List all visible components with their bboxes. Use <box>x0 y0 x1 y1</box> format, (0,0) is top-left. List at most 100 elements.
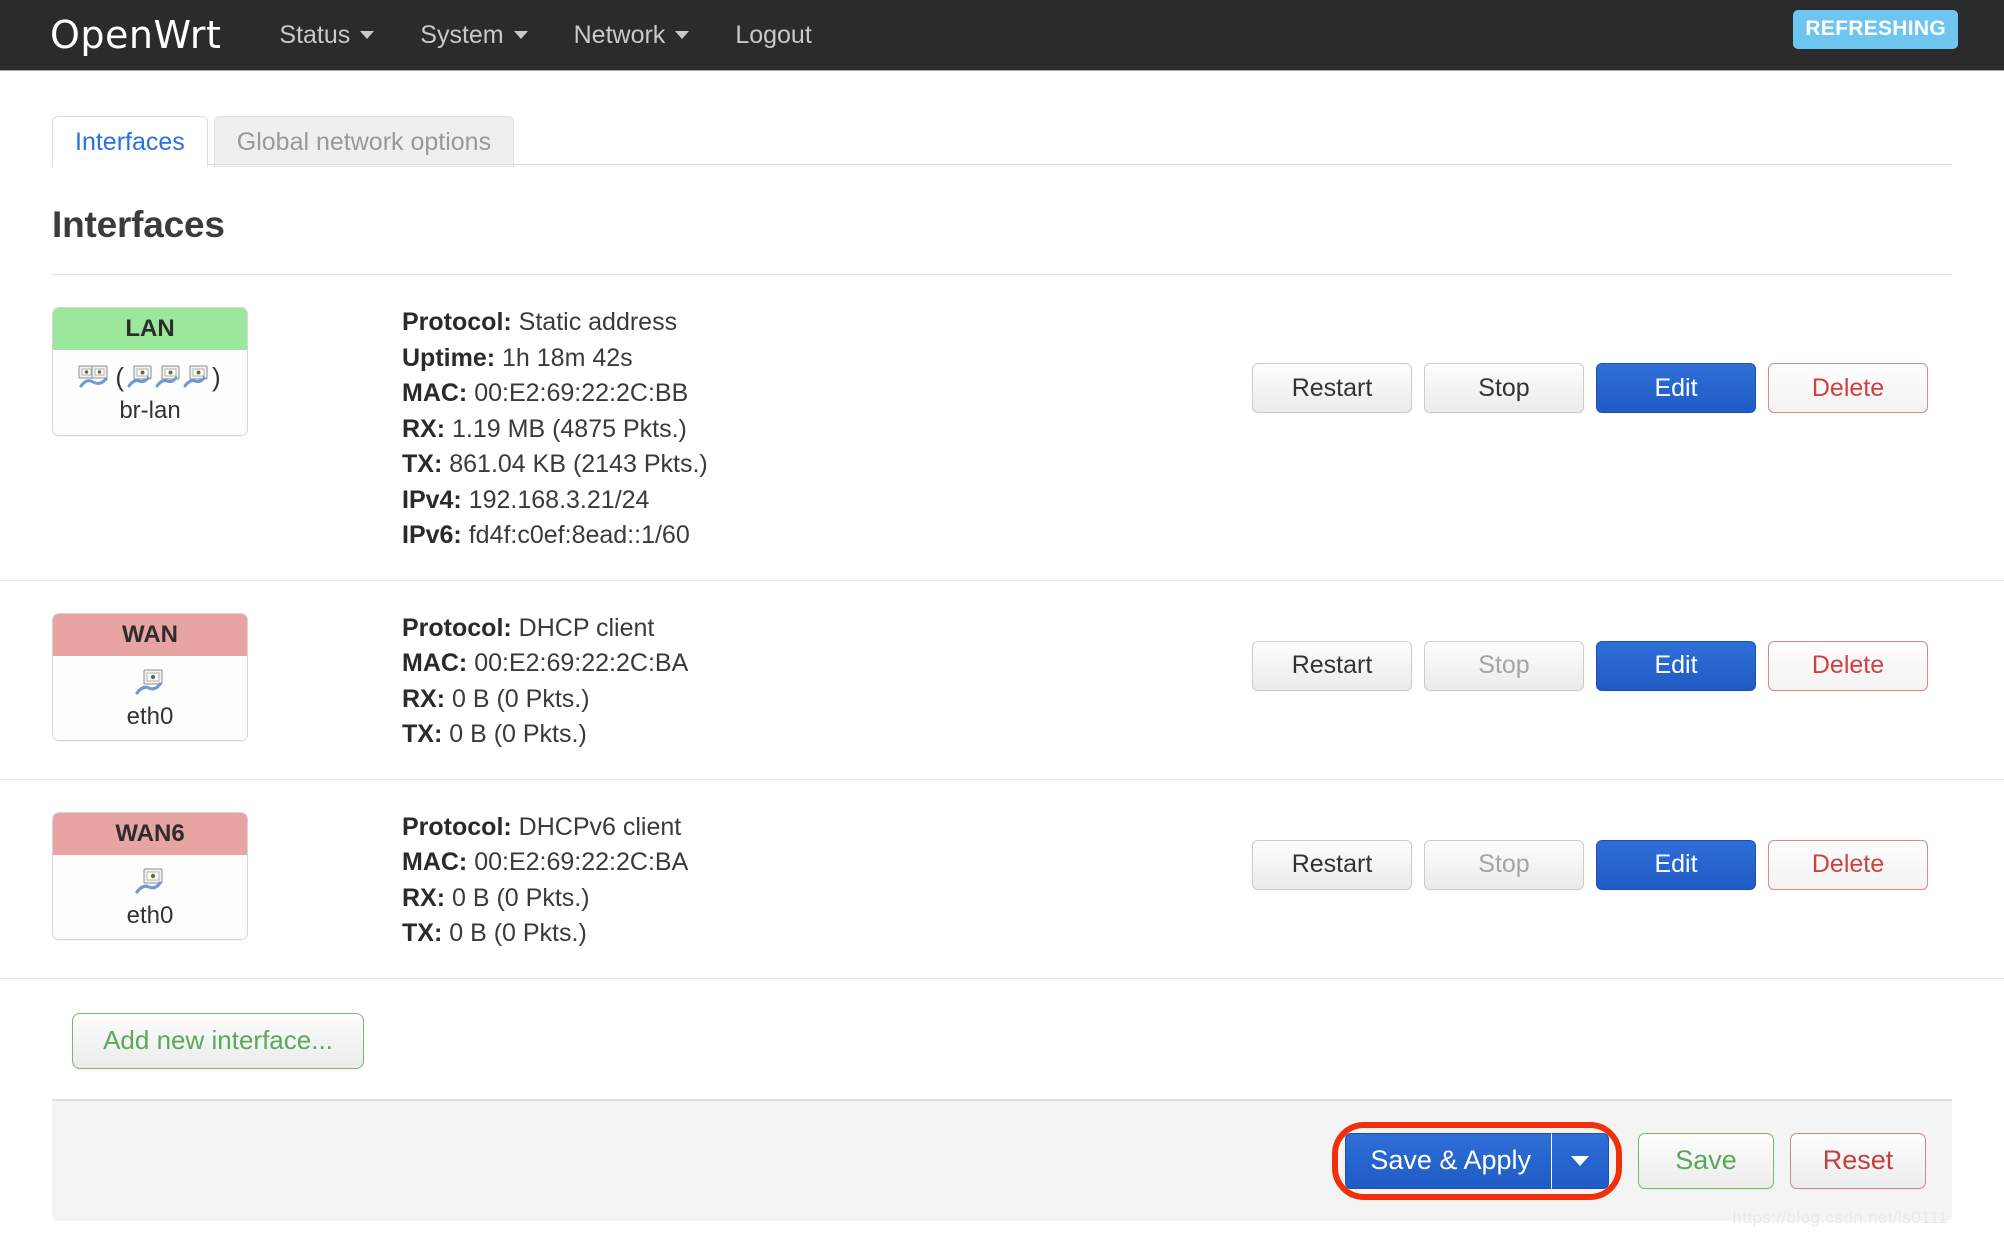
tab-interfaces[interactable]: Interfaces <box>52 116 208 168</box>
detail-value: 0 B (0 Pkts.) <box>449 919 587 947</box>
delete-button-wan[interactable]: Delete <box>1768 641 1928 691</box>
save-apply-dropdown-button[interactable] <box>1551 1133 1609 1189</box>
detail-label: MAC: <box>402 848 467 876</box>
nav-item-system[interactable]: System <box>420 21 527 50</box>
interface-badge-wan6: WAN6 eth0 <box>52 812 248 941</box>
detail-ipv4: IPv4: 192.168.3.21/24 <box>402 483 1252 519</box>
interface-row-lan: LAN <box>0 275 2004 581</box>
interface-device-lan: ( <box>53 350 247 434</box>
interface-actions-wan: Restart Stop Edit Delete <box>1252 607 1952 691</box>
device-icon-row-lan: ( <box>57 360 243 394</box>
page-title: Interfaces <box>52 204 2004 246</box>
nav-label-logout: Logout <box>735 21 811 50</box>
restart-button-wan[interactable]: Restart <box>1252 641 1412 691</box>
detail-tx: TX: 0 B (0 Pkts.) <box>402 717 1252 753</box>
detail-mac: MAC: 00:E2:69:22:2C:BA <box>402 646 1252 682</box>
detail-label: IPv6: <box>402 521 462 549</box>
add-interface-area: Add new interface... <box>0 979 2004 1099</box>
detail-label: TX: <box>402 919 442 947</box>
interface-badge-column-wan: WAN eth0 <box>52 607 402 742</box>
nav-label-system: System <box>420 21 503 50</box>
detail-mac: MAC: 00:E2:69:22:2C:BB <box>402 376 1252 412</box>
save-apply-split-button: Save & Apply <box>1345 1133 1609 1189</box>
nav-item-status[interactable]: Status <box>279 21 374 50</box>
device-icon-row-wan6 <box>57 865 243 899</box>
detail-ipv6: IPv6: fd4f:c0ef:8ead::1/60 <box>402 518 1252 554</box>
device-name-lan: br-lan <box>57 398 243 424</box>
watermark: https://blog.csdn.net/ls0111 <box>1732 1208 1948 1228</box>
interface-badge-column-wan6: WAN6 eth0 <box>52 806 402 941</box>
detail-value: 0 B (0 Pkts.) <box>452 685 590 713</box>
ethernet-port-icon <box>127 364 153 390</box>
detail-tx: TX: 861.04 KB (2143 Pkts.) <box>402 447 1252 483</box>
stop-button-wan: Stop <box>1424 641 1584 691</box>
interface-actions-lan: Restart Stop Edit Delete <box>1252 301 1952 413</box>
edit-button-wan[interactable]: Edit <box>1596 641 1756 691</box>
detail-value: 0 B (0 Pkts.) <box>449 720 587 748</box>
nav-item-network[interactable]: Network <box>574 21 690 50</box>
detail-label: RX: <box>402 415 445 443</box>
delete-button-lan[interactable]: Delete <box>1768 363 1928 413</box>
interface-badge-wan: WAN eth0 <box>52 613 248 742</box>
interface-device-wan6: eth0 <box>53 855 247 939</box>
chevron-down-icon <box>514 31 528 39</box>
ethernet-icon <box>133 668 167 698</box>
edit-button-wan6[interactable]: Edit <box>1596 840 1756 890</box>
detail-value: 1h 18m 42s <box>502 344 633 372</box>
edit-button-lan[interactable]: Edit <box>1596 363 1756 413</box>
restart-button-lan[interactable]: Restart <box>1252 363 1412 413</box>
device-group-open-paren: ( <box>115 364 124 390</box>
detail-label: Protocol: <box>402 614 512 642</box>
detail-value: 00:E2:69:22:2C:BA <box>474 649 688 677</box>
detail-protocol: Protocol: DHCPv6 client <box>402 810 1252 846</box>
detail-value: 861.04 KB (2143 Pkts.) <box>449 450 707 478</box>
brand-logo[interactable]: OpenWrt <box>50 16 221 54</box>
tab-bar: Interfaces Global network options <box>52 112 2004 166</box>
detail-mac: MAC: 00:E2:69:22:2C:BA <box>402 845 1252 881</box>
footer-action-bar: Save & Apply Save Reset <box>52 1099 1952 1221</box>
tab-underline <box>52 164 1952 165</box>
detail-label: Protocol: <box>402 308 512 336</box>
detail-value: 0 B (0 Pkts.) <box>452 884 590 912</box>
detail-value: 00:E2:69:22:2C:BB <box>474 379 688 407</box>
nav-label-network: Network <box>574 21 666 50</box>
top-navigation-bar: OpenWrt Status System Network Logout REF… <box>0 0 2004 70</box>
interface-badge-lan: LAN <box>52 307 248 436</box>
delete-button-wan6[interactable]: Delete <box>1768 840 1928 890</box>
bridge-icon <box>78 364 112 390</box>
detail-value: 192.168.3.21/24 <box>469 486 650 514</box>
save-apply-button[interactable]: Save & Apply <box>1345 1133 1551 1189</box>
detail-value: fd4f:c0ef:8ead::1/60 <box>469 521 690 549</box>
chevron-down-icon <box>675 31 689 39</box>
device-name-wan: eth0 <box>57 704 243 730</box>
openwrt-admin-page: OpenWrt Status System Network Logout REF… <box>0 0 2004 1236</box>
chevron-down-icon <box>360 31 374 39</box>
status-badge-refreshing[interactable]: REFRESHING <box>1793 10 1958 49</box>
detail-rx: RX: 0 B (0 Pkts.) <box>402 682 1252 718</box>
save-button[interactable]: Save <box>1638 1133 1774 1189</box>
detail-rx: RX: 1.19 MB (4875 Pkts.) <box>402 412 1252 448</box>
save-apply-highlight-ring: Save & Apply <box>1332 1122 1622 1200</box>
interface-details-wan6: Protocol: DHCPv6 client MAC: 00:E2:69:22… <box>402 806 1252 952</box>
interface-row-wan6: WAN6 eth0 <box>0 780 2004 979</box>
tab-global-network-options[interactable]: Global network options <box>214 116 514 168</box>
detail-tx: TX: 0 B (0 Pkts.) <box>402 916 1252 952</box>
detail-label: Uptime: <box>402 344 495 372</box>
ethernet-port-icon <box>155 364 181 390</box>
stop-button-lan[interactable]: Stop <box>1424 363 1584 413</box>
interface-name-wan: WAN <box>53 614 247 656</box>
nav-item-logout[interactable]: Logout <box>735 21 811 50</box>
add-new-interface-button[interactable]: Add new interface... <box>72 1013 364 1069</box>
interface-row-wan: WAN eth0 <box>0 581 2004 780</box>
detail-label: RX: <box>402 884 445 912</box>
chevron-down-icon <box>1571 1156 1589 1166</box>
interface-details-lan: Protocol: Static address Uptime: 1h 18m … <box>402 301 1252 554</box>
device-name-wan6: eth0 <box>57 903 243 929</box>
detail-rx: RX: 0 B (0 Pkts.) <box>402 881 1252 917</box>
detail-label: TX: <box>402 450 442 478</box>
restart-button-wan6[interactable]: Restart <box>1252 840 1412 890</box>
device-group-close-paren: ) <box>212 364 221 390</box>
reset-button[interactable]: Reset <box>1790 1133 1926 1189</box>
detail-protocol: Protocol: Static address <box>402 305 1252 341</box>
detail-label: Protocol: <box>402 813 512 841</box>
